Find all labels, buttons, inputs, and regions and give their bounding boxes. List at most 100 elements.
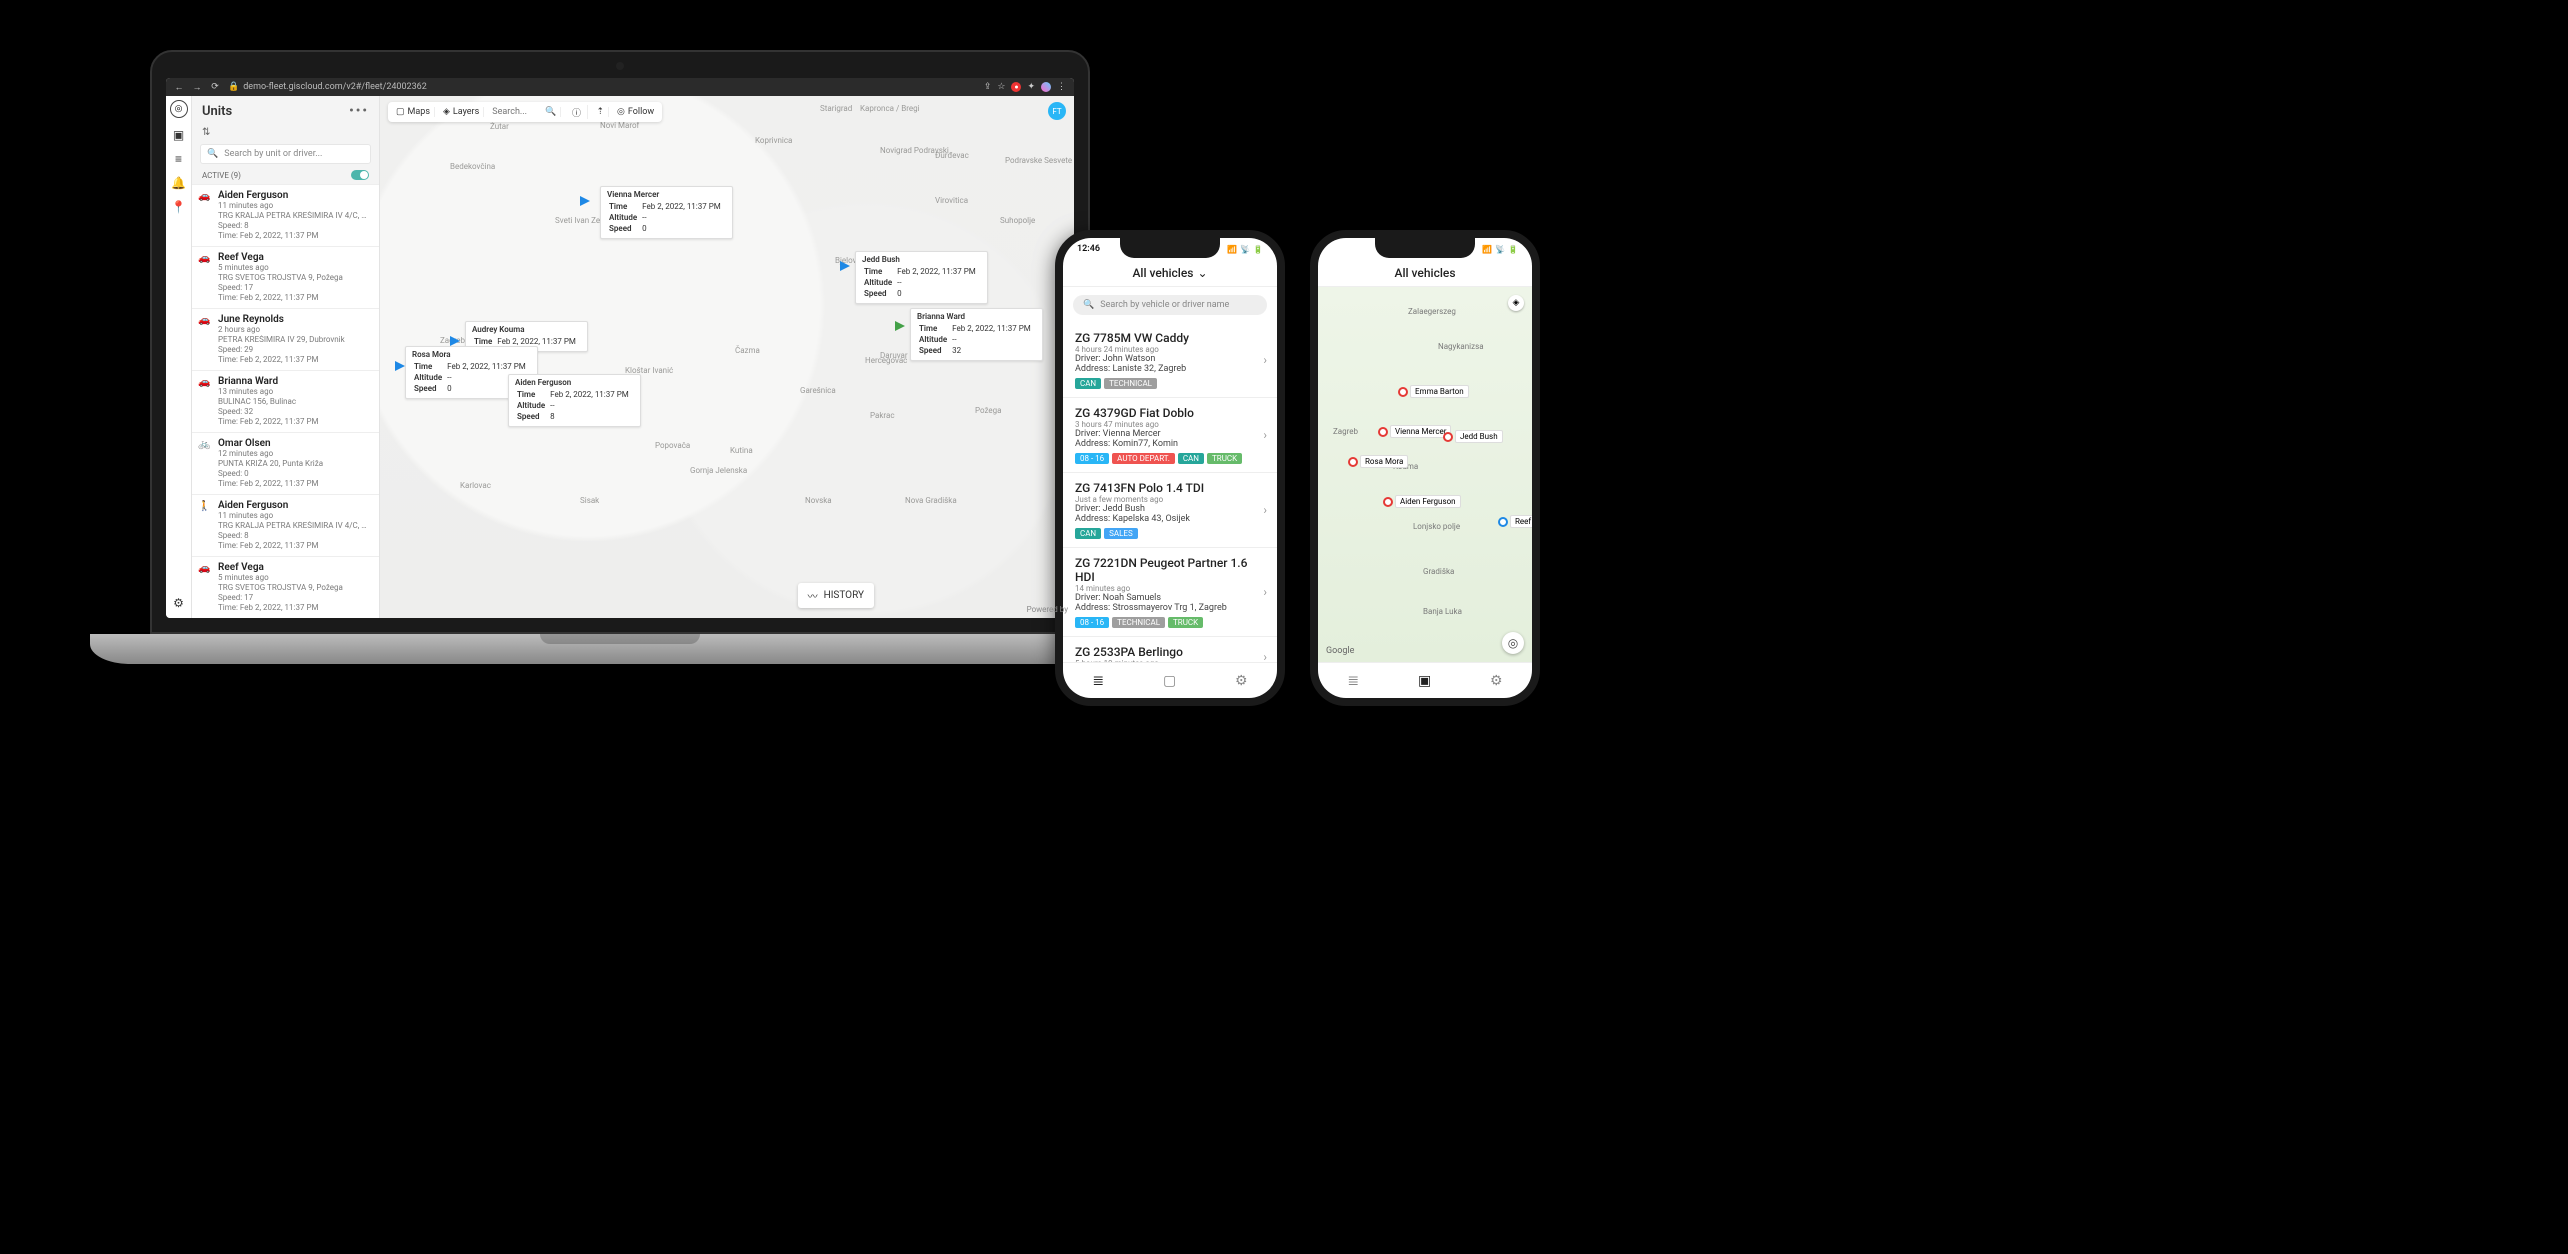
app-logo[interactable]: ◎ xyxy=(170,100,188,118)
nav-list-icon[interactable]: ≣ xyxy=(1092,673,1104,689)
unit-item[interactable]: 🚶 Aiden Ferguson 11 minutes ago TRG KRAL… xyxy=(192,494,379,556)
vehicle-driver: Driver: Vienna Mercer xyxy=(1075,429,1265,439)
nav-list-icon[interactable]: ≡ xyxy=(172,152,186,166)
map-place-label: Kapronca / Bregi xyxy=(860,104,920,113)
browser-back-button[interactable]: ← xyxy=(174,82,184,92)
unit-speed: Speed: 29 xyxy=(218,345,371,355)
battery-icon: 🔋 xyxy=(1508,245,1518,254)
unit-address: PETRA KREŠIMIRA IV 29, Dubrovnik xyxy=(218,335,371,345)
nav-gear-icon[interactable]: ⚙ xyxy=(1490,673,1503,689)
browser-url[interactable]: 🔒 demo-fleet.giscloud.com/v2#/fleet/2400… xyxy=(228,82,976,92)
vehicle-pin[interactable] xyxy=(1398,387,1408,397)
target-icon: ◎ xyxy=(617,107,625,117)
sidebar-search[interactable]: 🔍 Search by unit or driver... xyxy=(200,144,371,164)
unit-speed: Speed: 17 xyxy=(218,593,371,603)
unit-marker[interactable] xyxy=(395,356,405,375)
filter-icon[interactable]: ⇅ xyxy=(202,127,210,138)
sidebar-more-button[interactable]: ••• xyxy=(349,104,369,119)
laptop-device: ← → ⟳ 🔒 demo-fleet.giscloud.com/v2#/flee… xyxy=(150,50,1090,664)
unit-time: Time: Feb 2, 2022, 11:37 PM xyxy=(218,231,371,241)
vehicle-pin[interactable] xyxy=(1378,427,1388,437)
extension-icon[interactable]: ● xyxy=(1011,82,1021,92)
nav-map-icon[interactable]: ▣ xyxy=(172,128,186,142)
unit-item[interactable]: 🚗 Aiden Ferguson 11 minutes ago TRG KRAL… xyxy=(192,184,379,246)
star-icon[interactable]: ☆ xyxy=(997,82,1005,92)
share-icon[interactable]: ⇪ xyxy=(984,82,992,92)
toolbar-follow[interactable]: ◎Follow xyxy=(613,107,658,117)
vehicle-list: ZG 7785M VW Caddy 4 hours 24 minutes ago… xyxy=(1063,323,1277,662)
toolbar-layers[interactable]: ◈Layers xyxy=(439,107,484,117)
vehicle-pin[interactable] xyxy=(1383,497,1393,507)
nav-gear-icon[interactable]: ⚙ xyxy=(1235,673,1248,689)
map-search-input[interactable] xyxy=(492,107,542,117)
unit-marker[interactable] xyxy=(580,191,590,210)
vehicle-driver: Driver: Jedd Bush xyxy=(1075,504,1265,514)
phone-bottom-nav: ≣ ▣ ⚙ xyxy=(1318,662,1532,698)
browser-reload-button[interactable]: ⟳ xyxy=(210,82,220,92)
vehicle-pin[interactable] xyxy=(1498,517,1508,527)
locate-button[interactable]: ◎ xyxy=(1502,632,1524,654)
toolbar-info[interactable]: ⓘ xyxy=(565,105,588,119)
unit-speed: Speed: 17 xyxy=(218,283,371,293)
unit-ago: 12 minutes ago xyxy=(218,449,371,459)
browser-forward-button[interactable]: → xyxy=(192,82,202,92)
vehicle-card[interactable]: ZG 2533PA Berlingo 5 hours 19 minutes ag… xyxy=(1063,637,1277,662)
status-clock: 12:46 xyxy=(1077,244,1100,254)
unit-item[interactable]: 🚗 June Reynolds 2 hours ago PETRA KREŠIM… xyxy=(192,308,379,370)
unit-name: Aiden Ferguson xyxy=(218,500,371,511)
nav-map-icon[interactable]: ▢ xyxy=(1163,673,1176,689)
unit-ago: 13 minutes ago xyxy=(218,387,371,397)
vehicle-pin-label: Aiden Ferguson xyxy=(1395,495,1461,508)
history-button[interactable]: 〰 HISTORY xyxy=(798,583,874,608)
toolbar-maps[interactable]: ▢Maps xyxy=(392,107,435,117)
unit-item[interactable]: 🚲 Omar Olsen 12 minutes ago PUNTA KRIŽA … xyxy=(192,432,379,494)
phone-title[interactable]: All vehicles ⌄ xyxy=(1063,260,1277,287)
nav-list-icon[interactable]: ≣ xyxy=(1347,673,1359,689)
person-icon: ⇡ xyxy=(596,107,604,117)
unit-marker[interactable] xyxy=(895,316,905,335)
active-label: ACTIVE (9) xyxy=(202,171,241,180)
vehicle-ago: 3 hours 47 minutes ago xyxy=(1075,420,1265,429)
phone-title[interactable]: All vehicles xyxy=(1318,260,1532,287)
map-place-label: Popovača xyxy=(655,441,690,450)
nav-gear-icon[interactable]: ⚙ xyxy=(172,596,186,610)
unit-time: Time: Feb 2, 2022, 11:37 PM xyxy=(218,479,371,489)
vehicle-card[interactable]: ZG 4379GD Fiat Doblo 3 hours 47 minutes … xyxy=(1063,398,1277,473)
vehicle-card[interactable]: ZG 7785M VW Caddy 4 hours 24 minutes ago… xyxy=(1063,323,1277,398)
chevron-right-icon: › xyxy=(1263,503,1267,517)
unit-item[interactable]: 🚗 Reef Vega 5 minutes ago TRG SVETOG TRO… xyxy=(192,246,379,308)
compass-icon[interactable]: ◈ xyxy=(1508,295,1524,311)
nav-pin-icon[interactable]: 📍 xyxy=(172,200,186,214)
vehicle-driver: Driver: Noah Samuels xyxy=(1075,593,1265,603)
map-area[interactable]: ZagrebŽutarBedekovčinaSveti Ivan ZelinaK… xyxy=(380,96,1074,618)
map-place-label: Čazma xyxy=(735,346,760,355)
toolbar-person[interactable]: ⇡ xyxy=(592,107,609,117)
profile-avatar[interactable] xyxy=(1041,82,1051,92)
map-toolbar: ▢Maps ◈Layers 🔍 ⓘ ⇡ ◎Follow xyxy=(388,102,662,122)
unit-item[interactable]: 🚗 Brianna Ward 13 minutes ago BULINAC 15… xyxy=(192,370,379,432)
vehicle-tag: 08 - 16 xyxy=(1075,617,1109,628)
phone-search[interactable]: 🔍 Search by vehicle or driver name xyxy=(1073,295,1267,315)
vehicle-pin[interactable] xyxy=(1348,457,1358,467)
user-chip[interactable]: FT xyxy=(1048,102,1066,120)
vehicle-tag: CAN xyxy=(1075,528,1101,539)
active-toggle[interactable] xyxy=(351,170,369,180)
toolbar-search[interactable]: 🔍 xyxy=(488,107,561,117)
nav-map-icon[interactable]: ▣ xyxy=(1418,673,1431,689)
info-icon: ⓘ xyxy=(569,105,583,119)
unit-item[interactable]: 🚗 Reef Vega 5 minutes ago TRG SVETOG TRO… xyxy=(192,556,379,618)
puzzle-icon[interactable]: ✦ xyxy=(1027,82,1035,92)
status-clock xyxy=(1332,244,1334,254)
phone-map-area[interactable]: ◈ ◎ Google ZalaegerszegNagykanizsaZagreb… xyxy=(1318,287,1532,662)
unit-speed: Speed: 8 xyxy=(218,221,371,231)
search-placeholder: Search by unit or driver... xyxy=(224,149,322,159)
unit-marker[interactable] xyxy=(840,256,850,275)
menu-icon[interactable]: ⋮ xyxy=(1057,82,1066,92)
vehicle-card[interactable]: ZG 7221DN Peugeot Partner 1.6 HDI 14 min… xyxy=(1063,548,1277,637)
vehicle-title: ZG 7785M VW Caddy xyxy=(1075,331,1265,345)
vehicle-pin[interactable] xyxy=(1443,432,1453,442)
nav-bell-icon[interactable]: 🔔 xyxy=(172,176,186,190)
unit-type-icon: 🚶 xyxy=(198,500,212,551)
vehicle-card[interactable]: ZG 7413FN Polo 1.4 TDI Just a few moment… xyxy=(1063,473,1277,548)
popup-name: Jedd Bush xyxy=(862,255,981,264)
